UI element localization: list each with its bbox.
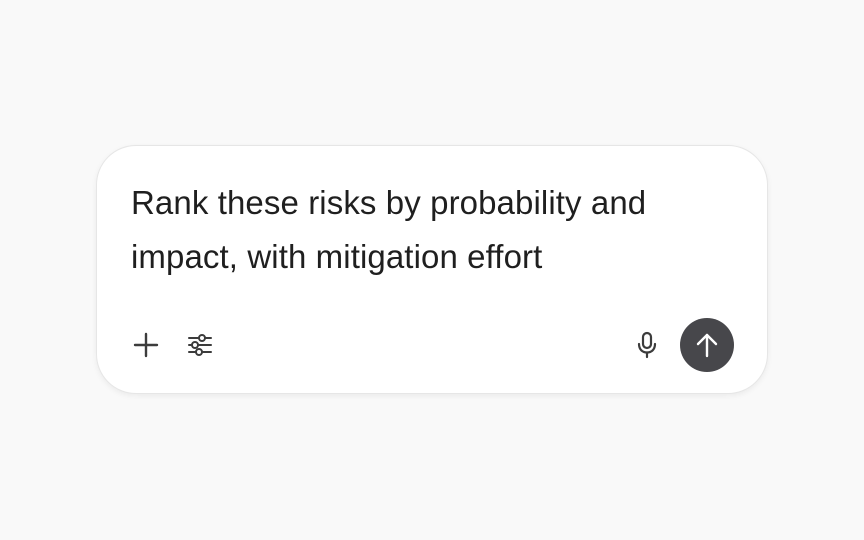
sliders-icon (187, 332, 213, 358)
tools-button[interactable] (180, 325, 220, 365)
add-attachment-button[interactable] (126, 325, 166, 365)
send-button[interactable] (680, 318, 734, 372)
voice-input-button[interactable] (627, 325, 667, 365)
prompt-input[interactable]: Rank these risks by probability and impa… (131, 176, 731, 284)
chat-composer: Rank these risks by probability and impa… (96, 145, 768, 394)
microphone-icon (634, 331, 660, 359)
plus-icon (133, 332, 159, 358)
arrow-up-icon (694, 332, 720, 358)
